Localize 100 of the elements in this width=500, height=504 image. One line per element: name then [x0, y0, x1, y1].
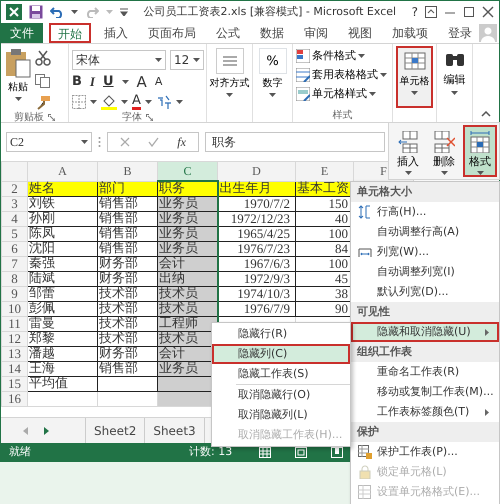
shrink-font-button[interactable]: A	[154, 74, 162, 90]
formula-field[interactable]: 职务	[205, 132, 385, 152]
cells-button[interactable]: 单元格	[396, 46, 433, 108]
help-button[interactable]: ?	[412, 3, 418, 21]
caret-icon[interactable]	[369, 92, 376, 96]
column-header[interactable]: E	[296, 162, 354, 181]
column-header[interactable]: C	[158, 162, 218, 181]
ribbon-tab[interactable]: 公式	[209, 23, 247, 43]
caret-icon[interactable]	[122, 80, 129, 84]
ribbon-tab[interactable]: 视图	[341, 23, 379, 43]
normal-view-icon[interactable]	[259, 446, 271, 458]
menu-item[interactable]: 重命名工作表(R)	[351, 362, 499, 382]
row-header[interactable]: 11	[2, 316, 28, 331]
page-layout-icon[interactable]	[295, 446, 307, 458]
grow-font-button[interactable]: A	[136, 74, 147, 90]
caret-icon[interactable]	[451, 90, 458, 94]
caret-icon[interactable]	[411, 91, 418, 95]
menu-item[interactable]: 自动调整列宽(I)	[351, 262, 499, 282]
ribbon-tab[interactable]: 加载项	[385, 23, 435, 43]
menu-item[interactable]: 默认列宽(D)...	[351, 282, 499, 302]
underline-button[interactable]: U	[102, 74, 114, 90]
row-header[interactable]: 13	[2, 346, 28, 361]
row-header[interactable]: 14	[2, 361, 28, 376]
maximize-icon[interactable]	[463, 6, 475, 18]
drag-handle-icon[interactable]	[98, 136, 101, 148]
row-header[interactable]: 10	[2, 301, 28, 316]
menu-item[interactable]: 自动调整行高(A)	[351, 222, 499, 242]
caret-icon[interactable]	[81, 140, 88, 144]
caret-icon[interactable]	[14, 97, 22, 101]
row-header[interactable]: 7	[2, 256, 28, 271]
number-format-button[interactable]: % 数字	[256, 46, 289, 108]
row-header[interactable]: 15	[2, 376, 28, 391]
dialog-launcher-icon[interactable]	[146, 114, 153, 120]
caret-icon[interactable]	[440, 171, 448, 175]
caret-icon[interactable]	[193, 58, 200, 62]
column-header[interactable]: D	[218, 162, 296, 181]
ribbon-tab[interactable]: 数据	[253, 23, 291, 43]
italic-button[interactable]: I	[90, 74, 95, 90]
row-header[interactable]: 2	[2, 181, 28, 196]
close-icon[interactable]	[482, 6, 494, 18]
collapse-ribbon-icon[interactable]	[481, 111, 491, 117]
caret-icon[interactable]	[476, 171, 484, 175]
caret-icon[interactable]	[90, 100, 97, 104]
undo-icon[interactable]	[50, 6, 64, 18]
column-header[interactable]: B	[98, 162, 158, 181]
caret-icon[interactable]	[144, 100, 152, 104]
menu-item[interactable]: 隐藏列(C)	[212, 344, 350, 364]
alignment-button[interactable]: 对齐方式	[210, 46, 249, 108]
save-icon[interactable]	[29, 5, 43, 19]
row-header[interactable]: 12	[2, 331, 28, 346]
customize-toolbar-icon[interactable]	[120, 8, 128, 16]
row-header[interactable]: 4	[2, 211, 28, 226]
menu-item[interactable]: 取消隐藏行(O)	[212, 385, 350, 405]
menu-item[interactable]: 行高(H)...	[351, 202, 499, 222]
ribbon-tab[interactable]: 审阅	[297, 23, 335, 43]
font-size-field[interactable]: 12	[170, 50, 204, 70]
format-as-table-button[interactable]: 套用表格格式	[296, 65, 387, 84]
page-break-view-icon[interactable]	[331, 446, 343, 458]
row-header[interactable]: 6	[2, 241, 28, 256]
font-name-field[interactable]: 宋体	[72, 50, 166, 70]
ribbon-tab[interactable]: 开始	[49, 23, 91, 43]
name-box[interactable]: C2	[6, 132, 92, 152]
row-header[interactable]: 5	[2, 226, 28, 241]
column-header[interactable]: A	[28, 162, 98, 181]
row-header[interactable]: 16	[2, 391, 28, 406]
row-header[interactable]: 8	[2, 271, 28, 286]
menu-item[interactable]: 工作表标签颜色(T)	[351, 402, 499, 422]
phonetic-guide-icon[interactable]	[156, 94, 172, 110]
caret-icon[interactable]	[226, 93, 233, 97]
dialog-launcher-icon[interactable]	[48, 114, 55, 120]
cell-styles-button[interactable]: 单元格样式	[296, 84, 387, 103]
editing-button[interactable]: 编辑	[440, 46, 469, 108]
menu-item[interactable]: 隐藏和取消隐藏(U)	[351, 322, 499, 342]
bold-button[interactable]: B	[72, 74, 82, 90]
caret-icon[interactable]	[155, 58, 162, 62]
format-painter-icon[interactable]	[35, 96, 51, 110]
insert-function-button[interactable]: fx	[177, 133, 186, 151]
ribbon-tab[interactable]: 文件	[1, 23, 43, 43]
font-color-button[interactable]: A	[132, 94, 141, 110]
ribbon-display-options-icon[interactable]	[425, 6, 437, 18]
ribbon-tab[interactable]: 页面布局	[141, 23, 203, 43]
row-header[interactable]: 9	[2, 286, 28, 301]
cells-panel-button[interactable]: 删除	[427, 125, 461, 177]
menu-item[interactable]: 保护工作表(P)...	[351, 442, 499, 462]
next-sheet-icon[interactable]	[44, 426, 49, 434]
sign-in-link[interactable]: 登录	[441, 24, 479, 42]
paste-button[interactable]: 粘贴	[4, 46, 32, 110]
menu-item[interactable]: 列宽(W)...	[351, 242, 499, 262]
caret-icon[interactable]	[269, 93, 276, 97]
fill-color-icon[interactable]	[101, 94, 117, 110]
caret-icon[interactable]	[176, 100, 183, 104]
menu-item[interactable]: 取消隐藏列(L)	[212, 405, 350, 425]
caret-icon[interactable]	[380, 72, 387, 76]
cut-icon[interactable]	[35, 50, 51, 66]
caret-icon[interactable]	[404, 171, 412, 175]
menu-item[interactable]: 移动或复制工作表(M)...	[351, 382, 499, 402]
caret-icon[interactable]	[121, 100, 128, 104]
conditional-formatting-button[interactable]: 条件格式	[296, 46, 387, 65]
caret-icon[interactable]	[358, 54, 365, 58]
row-header[interactable]: 3	[2, 196, 28, 211]
